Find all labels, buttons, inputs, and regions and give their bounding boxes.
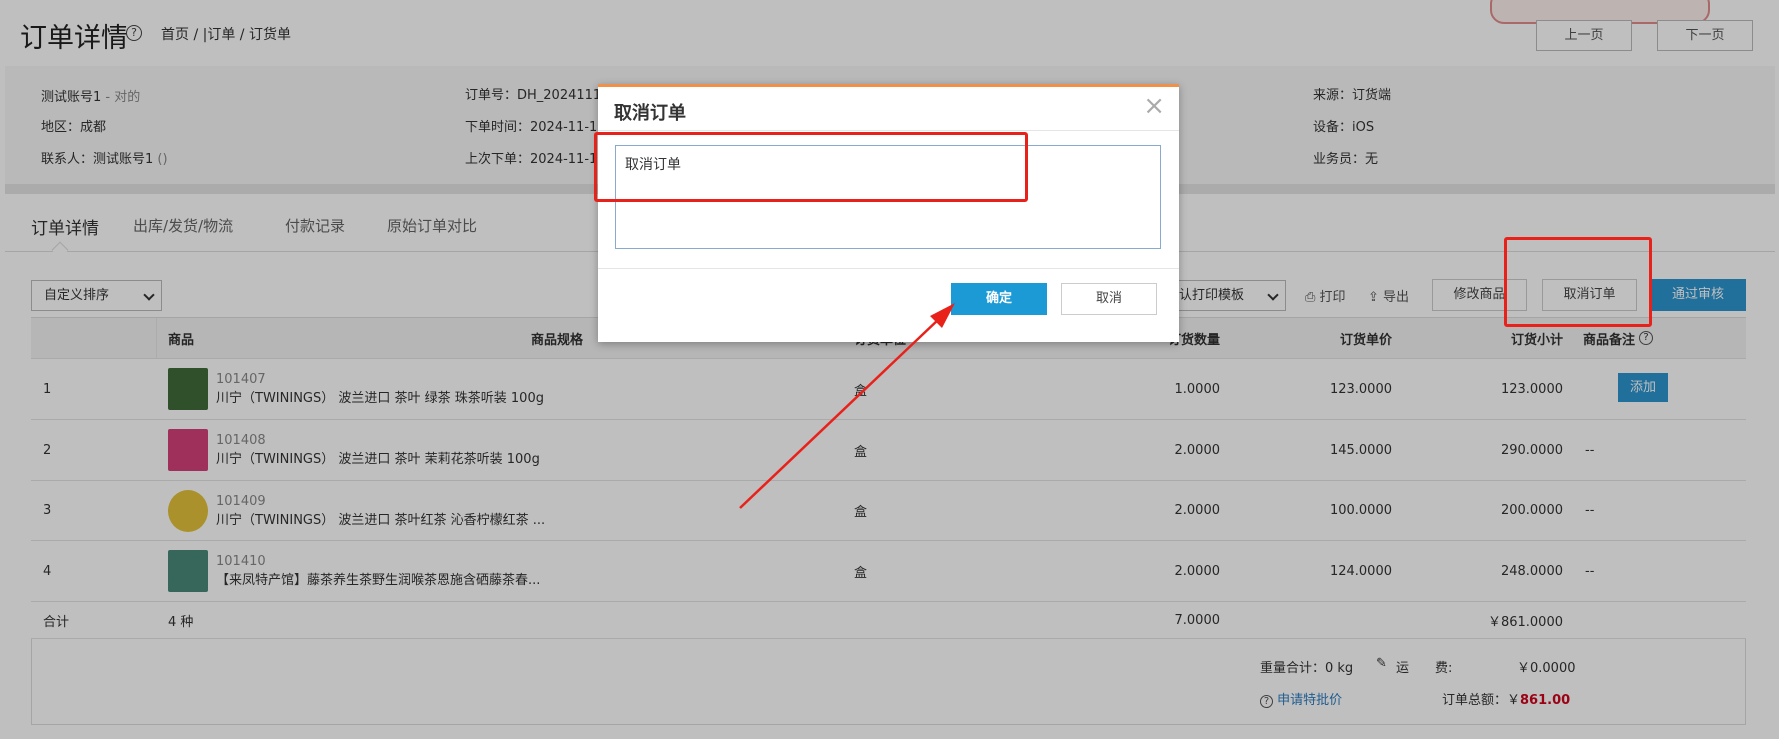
order-detail-page: 订单详情 ? 首页 / |订单 / 订货单 上一页 下一页 测试账号1 - 对的… <box>0 0 1779 739</box>
annotation-arrow <box>739 303 955 509</box>
